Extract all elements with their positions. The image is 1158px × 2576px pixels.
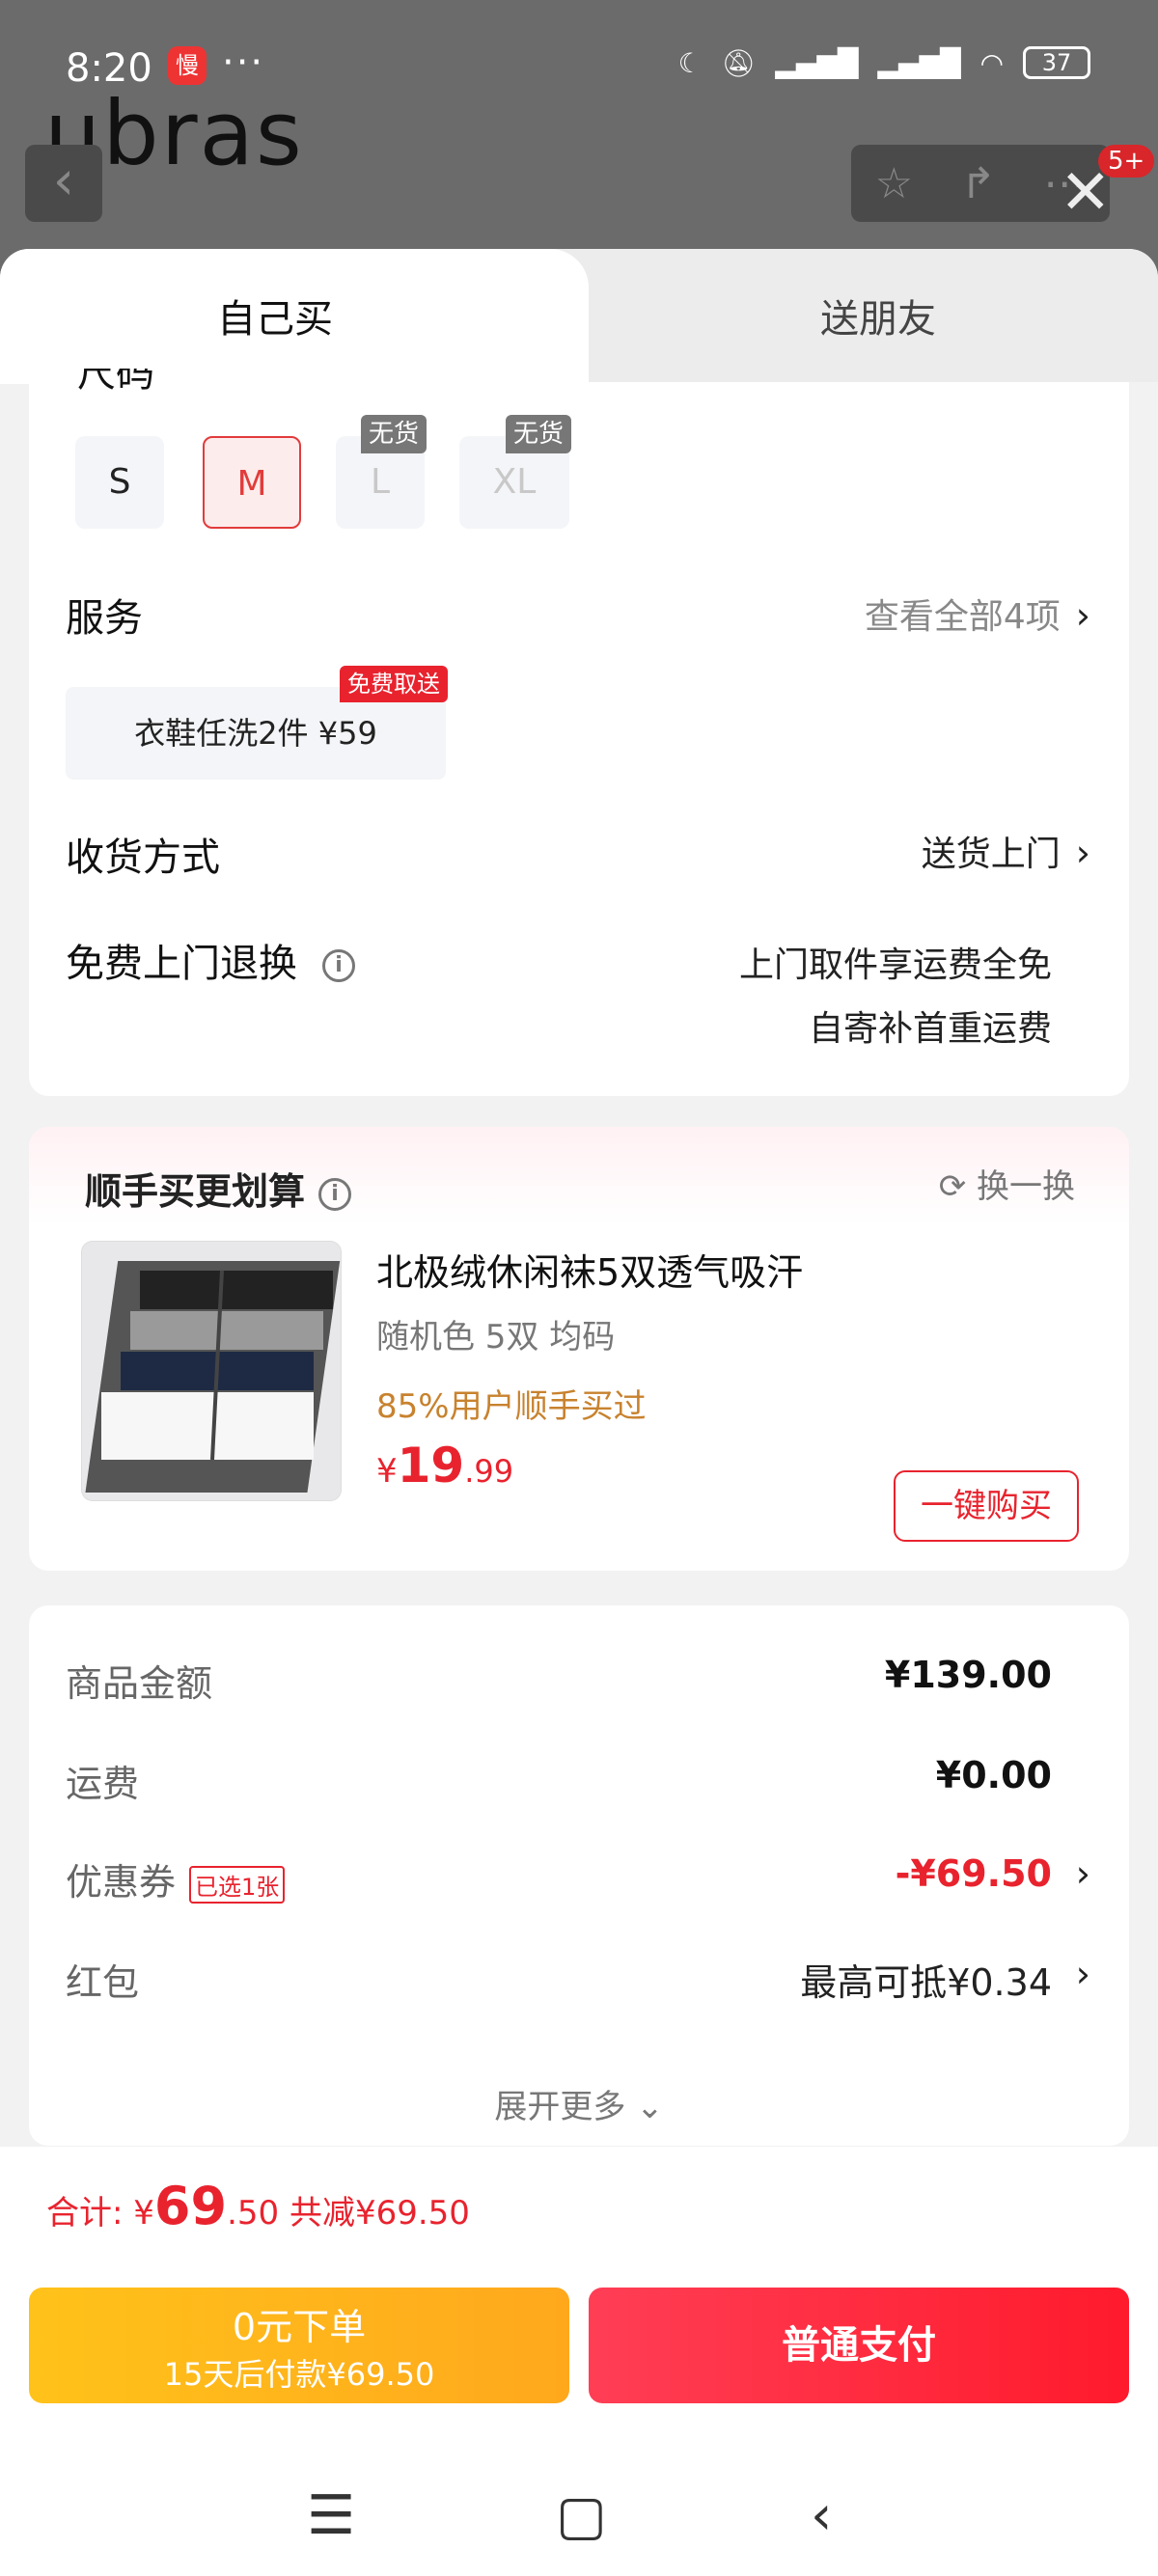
refresh-text: 换一换 (977, 1167, 1075, 1206)
product-image[interactable] (81, 1241, 342, 1501)
expand-more-text: 展开更多 (494, 2088, 626, 2126)
more-dots-icon: ··· (222, 41, 265, 85)
tab-bar: 自己买 送朋友 (0, 249, 1158, 384)
price-symbol: ¥ (376, 1452, 398, 1491)
total-discount: 共减¥69.50 (279, 2194, 470, 2233)
chevron-right-icon: › (1075, 594, 1090, 637)
service-chip[interactable]: 衣鞋任洗2件 ¥59 免费取送 (66, 666, 448, 780)
service-view-all[interactable]: 查看全部4项 › (865, 589, 1090, 639)
checkout-sheet: 自己买 送朋友 尺码 S M L 无货 XL 无货 服务 查看全部4项 › 衣鞋任… (0, 249, 1158, 2576)
size-option-s[interactable]: S (75, 436, 164, 529)
info-icon[interactable]: i (318, 1177, 352, 1211)
return-line1: 上门取件享运费全免 (738, 945, 1052, 985)
service-chip-text: 衣鞋任洗2件 ¥59 (134, 715, 377, 752)
summary-label: 运费 (66, 1763, 140, 1805)
tab-gift-friend[interactable]: 送朋友 (820, 288, 936, 343)
star-icon[interactable]: ☆ (875, 159, 913, 208)
tab-self-buy[interactable]: 自己买 (217, 288, 333, 343)
refresh-icon: ⟳ (938, 1167, 967, 1206)
summary-label: 商品金额 (66, 1662, 213, 1705)
socks-image (82, 1242, 341, 1500)
back-icon[interactable]: ‹ (811, 2484, 832, 2547)
pay-later-line1: 0元下单 (232, 2306, 367, 2348)
size-option-l[interactable]: L 无货 (336, 415, 427, 529)
summary-value: 最高可抵¥0.34 (800, 1961, 1052, 2004)
moon-icon: ☾ (677, 46, 703, 79)
recommend-card: 顺手买更划算 i ⟳ 换一换 北极绒休闲袜5双透气吸汗 随机色 5双 均码 85%… (29, 1127, 1129, 1571)
status-icons: ☾ 🔕︎ ▂▄▆█ ▂▄▆█ ◠ 37 (678, 46, 1090, 79)
chevron-down-icon: ⌄ (636, 2088, 664, 2126)
pay-later-line2: 15天后付款¥69.50 (163, 2356, 435, 2393)
pay-now-button[interactable]: 普通支付 (589, 2288, 1129, 2403)
service-label: 服务 (66, 596, 143, 641)
size-option-m[interactable]: M (203, 436, 301, 529)
summary-label: 优惠券 (66, 1861, 177, 1904)
signal2-icon: ▂▄▆█ (877, 46, 961, 79)
info-icon[interactable]: i (322, 949, 355, 982)
battery-icon: 37 (1023, 46, 1090, 79)
recommend-title: 顺手买更划算 i (85, 1162, 352, 1215)
summary-label: 红包 (66, 1961, 140, 2004)
mute-icon: 🔕︎ (721, 46, 757, 79)
chevron-right-icon: › (1075, 832, 1090, 874)
order-total: 合计: ¥69.50 共减¥69.50 (46, 2176, 470, 2236)
product-name[interactable]: 北极绒休闲袜5双透气吸汗 (376, 1243, 803, 1296)
coupon-selected-tag: 已选1张 (189, 1866, 286, 1904)
price-summary-card: 商品金额 ¥139.00 运费 ¥0.00 优惠券 已选1张 -¥69.50 › … (29, 1605, 1129, 2146)
pay-later-button[interactable]: 0元下单 15天后付款¥69.50 (29, 2288, 569, 2403)
size-option-xl[interactable]: XL 无货 (459, 415, 571, 529)
free-pickup-badge: 免费取送 (340, 666, 448, 702)
product-spec: 随机色 5双 均码 (376, 1318, 616, 1357)
product-bought-rate: 85%用户顺手买过 (376, 1387, 647, 1426)
total-int: 69 (153, 2176, 228, 2236)
summary-row-goods: 商品金额 ¥139.00 (66, 1654, 1090, 1707)
system-nav-bar: ☰ ▢ ‹ (0, 2465, 1158, 2562)
one-click-buy-button[interactable]: 一键购买 (894, 1470, 1079, 1542)
recommend-title-text: 顺手买更划算 (85, 1170, 306, 1213)
summary-row-coupon[interactable]: 优惠券 已选1张 -¥69.50 › (66, 1852, 1090, 1905)
share-icon[interactable]: ↱ (960, 159, 996, 208)
return-label-text: 免费上门退换 (66, 942, 297, 986)
price-dec: .99 (464, 1453, 514, 1490)
summary-value: ¥139.00 (884, 1654, 1052, 1696)
chevron-right-icon: › (1075, 1953, 1090, 1995)
home-icon[interactable]: ▢ (556, 2484, 607, 2547)
size-label-m: M (236, 464, 267, 504)
price-int: 19 (397, 1438, 465, 1494)
total-dec: .50 (227, 2194, 280, 2233)
product-price: ¥19.99 (376, 1438, 513, 1494)
delivery-method[interactable]: 送货上门 › (922, 826, 1090, 876)
summary-row-redpacket[interactable]: 红包 最高可抵¥0.34 › (66, 1953, 1090, 2006)
return-line2: 自寄补首重运费 (808, 1009, 1052, 1049)
refresh-button[interactable]: ⟳ 换一换 (939, 1160, 1075, 1207)
expand-more-button[interactable]: 展开更多 ⌄ (29, 2080, 1129, 2127)
notification-badge: 5+ (1098, 145, 1155, 178)
summary-row-shipping: 运费 ¥0.00 (66, 1754, 1090, 1807)
summary-value: ¥0.00 (935, 1754, 1052, 1796)
chevron-right-icon: › (1075, 1852, 1090, 1895)
wifi-icon: ◠ (979, 46, 1004, 79)
delivery-value: 送货上门 (921, 835, 1061, 874)
signal-icon: ▂▄▆█ (775, 46, 859, 79)
size-label-xl: XL (492, 462, 537, 502)
size-label-l: L (370, 462, 391, 502)
total-label: 合计: ¥ (46, 2194, 154, 2233)
out-of-stock-badge: 无货 (360, 415, 427, 453)
menu-icon[interactable]: ☰ (307, 2484, 355, 2547)
options-card: 尺码 S M L 无货 XL 无货 服务 查看全部4项 › 衣鞋任洗2件 ¥59 … (29, 369, 1129, 1096)
back-button[interactable]: ‹ (25, 145, 102, 222)
service-view-all-text: 查看全部4项 (864, 597, 1061, 637)
delivery-label: 收货方式 (66, 836, 220, 880)
checkout-bar: 合计: ¥69.50 共减¥69.50 0元下单 15天后付款¥69.50 普通… (0, 2147, 1158, 2576)
size-label-s: S (108, 462, 131, 502)
size-label: 尺码 (77, 369, 154, 392)
return-info: 上门取件享运费全免 自寄补首重运费 (739, 934, 1052, 1061)
out-of-stock-badge: 无货 (505, 415, 571, 453)
return-label: 免费上门退换 i (66, 932, 355, 988)
summary-value: -¥69.50 (895, 1852, 1052, 1895)
app-badge-icon: 慢 (168, 46, 207, 85)
